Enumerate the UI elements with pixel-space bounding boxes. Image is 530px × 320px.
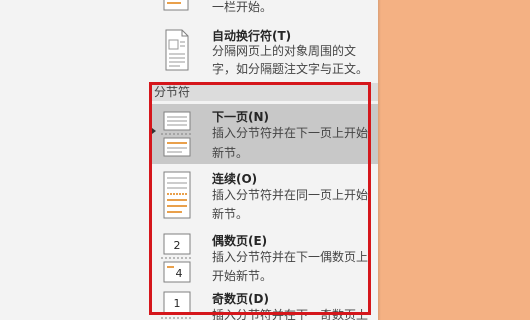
annotation-highlight-box <box>149 82 371 315</box>
menu-item-text-wrapping[interactable]: 自动换行符(T) 分隔网页上的对象周围的文 字，如分隔题注文字与正文。 <box>150 22 378 82</box>
menu-shadow <box>378 0 381 320</box>
menu-item-column-break[interactable]: 一栏开始。 <box>150 0 378 22</box>
menu-item-description-line2: 字，如分隔题注文字与正文。 <box>212 62 369 76</box>
text-wrapping-break-icon <box>165 29 189 71</box>
menu-item-description: 一栏开始。 <box>212 0 273 14</box>
column-break-icon <box>163 0 189 11</box>
menu-item-description-line1: 分隔网页上的对象周围的文 <box>212 44 357 58</box>
